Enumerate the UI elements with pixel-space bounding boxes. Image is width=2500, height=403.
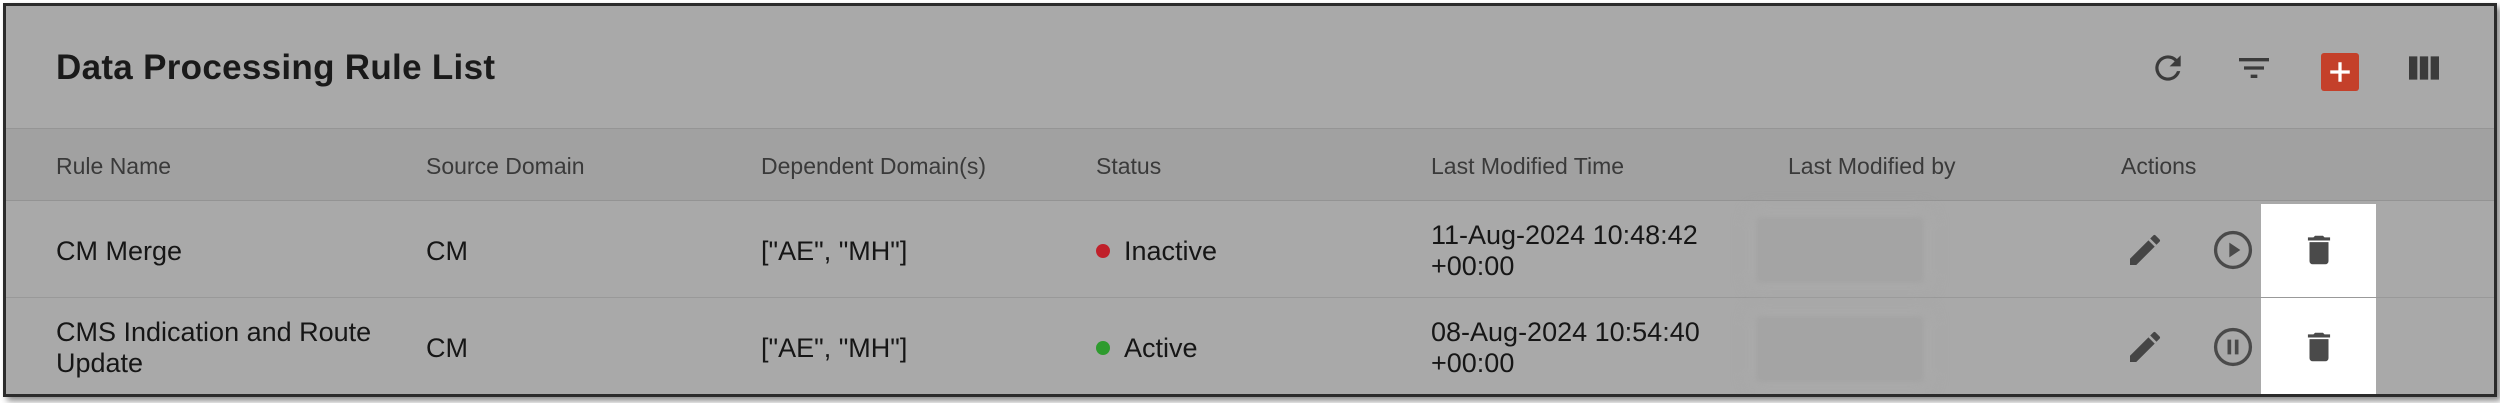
edit-button[interactable] xyxy=(2121,226,2169,274)
status-cell: Active xyxy=(1096,333,1198,364)
column-header-last-modified-time[interactable]: Last Modified Time xyxy=(1431,153,1624,180)
status-inactive-dot xyxy=(1096,244,1110,258)
modified-time-line2: +00:00 xyxy=(1431,348,1515,378)
rule-name-line1: CMS Indication and Route xyxy=(56,317,372,347)
column-header-status[interactable]: Status xyxy=(1096,153,1161,180)
add-rule-button[interactable] xyxy=(2321,53,2359,91)
trash-icon xyxy=(2307,235,2331,265)
rule-name-line2: Update xyxy=(56,348,144,378)
last-modified-time: 11-Aug-2024 10:48:42 +00:00 xyxy=(1431,220,1698,282)
rule-name: CM Merge xyxy=(56,236,183,266)
rule-name: CMS Indication and Route Update xyxy=(56,317,371,379)
status-active-dot xyxy=(1096,341,1110,355)
dependent-domains: ["AE", "MH"] xyxy=(761,333,908,363)
filter-button[interactable] xyxy=(2232,46,2276,90)
columns-icon xyxy=(2409,56,2439,80)
last-modified-time: 08-Aug-2024 10:54:40 +00:00 xyxy=(1431,317,1700,379)
rule-list-panel: Data Processing Rule List Rule Name Sour… xyxy=(3,3,2497,397)
pencil-icon xyxy=(2130,234,2161,265)
pause-button[interactable] xyxy=(2209,323,2257,371)
status-label: Active xyxy=(1124,333,1198,363)
column-header-actions: Actions xyxy=(2121,153,2197,179)
source-domain: CM xyxy=(426,236,468,266)
pause-circle-icon xyxy=(2213,327,2253,367)
refresh-icon xyxy=(2155,55,2181,81)
run-button[interactable] xyxy=(2209,226,2257,274)
page-title: Data Processing Rule List xyxy=(56,48,496,87)
dependent-domains: ["AE", "MH"] xyxy=(761,236,908,266)
trash-icon xyxy=(2307,332,2331,362)
column-header-last-modified-by[interactable]: Last Modified by xyxy=(1788,153,1955,180)
table-header: Rule Name Source Domain Dependent Domain… xyxy=(6,128,2494,201)
pencil-icon xyxy=(2130,331,2161,362)
column-header-dependent-domains[interactable]: Dependent Domain(s) xyxy=(761,153,986,180)
columns-button[interactable] xyxy=(2402,46,2446,90)
filter-icon xyxy=(2239,58,2269,78)
delete-button[interactable] xyxy=(2295,323,2343,371)
play-circle-icon xyxy=(2213,230,2253,270)
table-row[interactable]: CM Merge CM ["AE", "MH"] Inactive 11-Aug… xyxy=(6,202,2494,298)
column-header-rule-name[interactable]: Rule Name xyxy=(56,153,171,180)
column-header-source-domain[interactable]: Source Domain xyxy=(426,153,585,180)
status-label: Inactive xyxy=(1124,236,1218,266)
plus-icon xyxy=(2330,62,2350,82)
edit-button[interactable] xyxy=(2121,323,2169,371)
redacted-user xyxy=(1756,217,1924,283)
redacted-user xyxy=(1756,316,1924,382)
panel-header: Data Processing Rule List xyxy=(6,6,2494,128)
delete-button[interactable] xyxy=(2295,226,2343,274)
modified-time-line1: 11-Aug-2024 10:48:42 xyxy=(1431,220,1698,250)
status-cell: Inactive xyxy=(1096,236,1217,267)
modified-time-line1: 08-Aug-2024 10:54:40 xyxy=(1431,317,1700,347)
refresh-button[interactable] xyxy=(2146,46,2190,90)
modified-time-line2: +00:00 xyxy=(1431,251,1515,281)
source-domain: CM xyxy=(426,333,468,363)
table-row[interactable]: CMS Indication and Route Update CM ["AE"… xyxy=(6,299,2494,394)
